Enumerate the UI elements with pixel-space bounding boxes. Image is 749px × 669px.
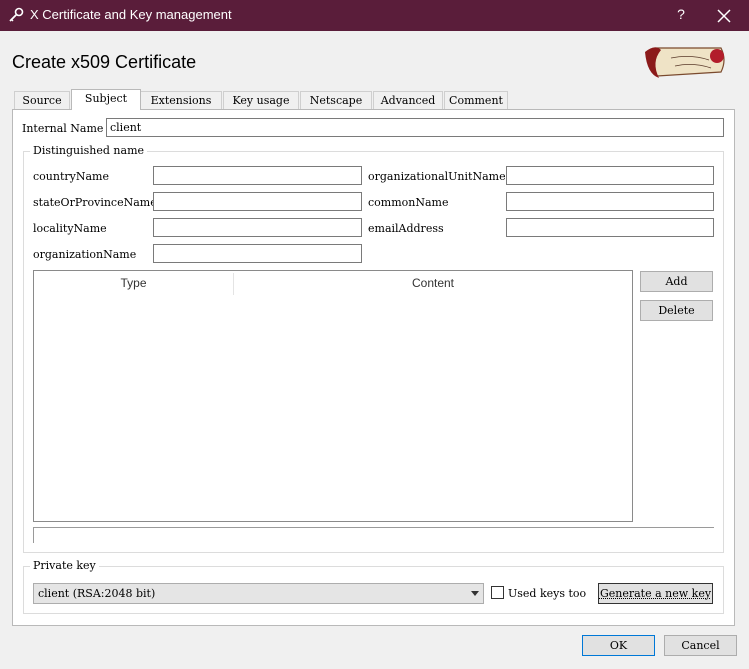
- internal-name-input[interactable]: client: [106, 118, 724, 137]
- generate-key-label: Generate a new key: [599, 587, 712, 600]
- common-name-label: commonName: [368, 196, 449, 209]
- organization-input[interactable]: [153, 244, 362, 263]
- tab-source[interactable]: Source: [14, 91, 70, 109]
- title-bar: X Certificate and Key management ?: [0, 0, 749, 31]
- ok-button[interactable]: OK: [582, 635, 655, 656]
- tab-comment[interactable]: Comment: [444, 91, 508, 109]
- private-key-selected-value: client (RSA:2048 bit): [38, 587, 156, 600]
- close-icon[interactable]: [712, 4, 736, 28]
- scroll-logo-icon: [645, 47, 725, 78]
- state-label: stateOrProvinceName: [33, 196, 157, 209]
- chevron-down-icon: [471, 591, 479, 596]
- help-button[interactable]: ?: [672, 6, 690, 24]
- tab-subject[interactable]: Subject: [71, 89, 141, 110]
- cancel-button[interactable]: Cancel: [664, 635, 737, 656]
- column-header-content[interactable]: Content: [234, 271, 632, 296]
- organization-label: organizationName: [33, 248, 137, 261]
- used-keys-checkbox[interactable]: [491, 586, 504, 599]
- common-name-input[interactable]: [506, 192, 714, 211]
- add-button[interactable]: Add: [640, 271, 713, 292]
- dn-entries-table[interactable]: Type Content: [33, 270, 633, 522]
- tab-advanced[interactable]: Advanced: [373, 91, 443, 109]
- key-icon: [9, 7, 24, 22]
- column-header-type[interactable]: Type: [34, 271, 233, 296]
- generate-key-button[interactable]: Generate a new key: [598, 583, 713, 604]
- dialog-heading: Create x509 Certificate: [12, 52, 197, 72]
- window-title: X Certificate and Key management: [30, 7, 232, 22]
- private-key-title: Private key: [30, 559, 99, 572]
- org-unit-input[interactable]: [506, 166, 714, 185]
- delete-button[interactable]: Delete: [640, 300, 713, 321]
- horizontal-scrollbar[interactable]: [33, 527, 714, 543]
- tab-extensions[interactable]: Extensions: [140, 91, 222, 109]
- state-input[interactable]: [153, 192, 362, 211]
- country-name-label: countryName: [33, 170, 109, 183]
- distinguished-name-title: Distinguished name: [30, 144, 148, 157]
- org-unit-label: organizationalUnitName: [368, 170, 506, 183]
- locality-label: localityName: [33, 222, 107, 235]
- email-label: emailAddress: [368, 222, 444, 235]
- locality-input[interactable]: [153, 218, 362, 237]
- tab-key-usage[interactable]: Key usage: [223, 91, 299, 109]
- country-name-input[interactable]: [153, 166, 362, 185]
- email-input[interactable]: [506, 218, 714, 237]
- tab-netscape[interactable]: Netscape: [300, 91, 372, 109]
- used-keys-label[interactable]: Used keys too: [508, 587, 586, 600]
- internal-name-label: Internal Name: [22, 122, 104, 135]
- private-key-select[interactable]: client (RSA:2048 bit): [33, 583, 484, 604]
